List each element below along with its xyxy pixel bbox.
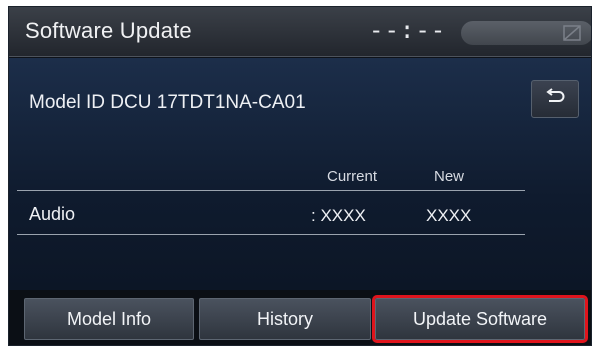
title-bar: Software Update --:--: [9, 7, 591, 57]
page-title: Software Update: [25, 18, 192, 43]
status-bar: [461, 21, 591, 45]
clock: --:--: [369, 16, 447, 44]
update-software-button[interactable]: Update Software: [372, 295, 588, 343]
history-button[interactable]: History: [199, 298, 371, 340]
table-header-divider: [17, 190, 525, 191]
content-area: Model ID DCU 17TDT1NA-CA01 Current New A…: [9, 58, 591, 290]
bottom-tab-bar: Model Info History Update Software: [9, 290, 591, 345]
row-label-audio: Audio: [29, 204, 76, 224]
row-value-current: : XXXX: [311, 206, 366, 225]
back-button[interactable]: [531, 80, 579, 118]
model-id-label: Model ID DCU 17TDT1NA-CA01: [29, 92, 306, 113]
column-header-new: New: [434, 168, 465, 185]
no-signal-icon: [561, 23, 583, 43]
column-header-current: Current: [327, 168, 378, 185]
table-row-divider: [17, 234, 525, 235]
row-value-new: XXXX: [426, 206, 472, 225]
back-arrow-icon: [544, 87, 566, 111]
model-info-button[interactable]: Model Info: [24, 298, 194, 340]
head-unit-screen: Software Update --:-- Model ID DCU 17TDT…: [8, 6, 592, 346]
